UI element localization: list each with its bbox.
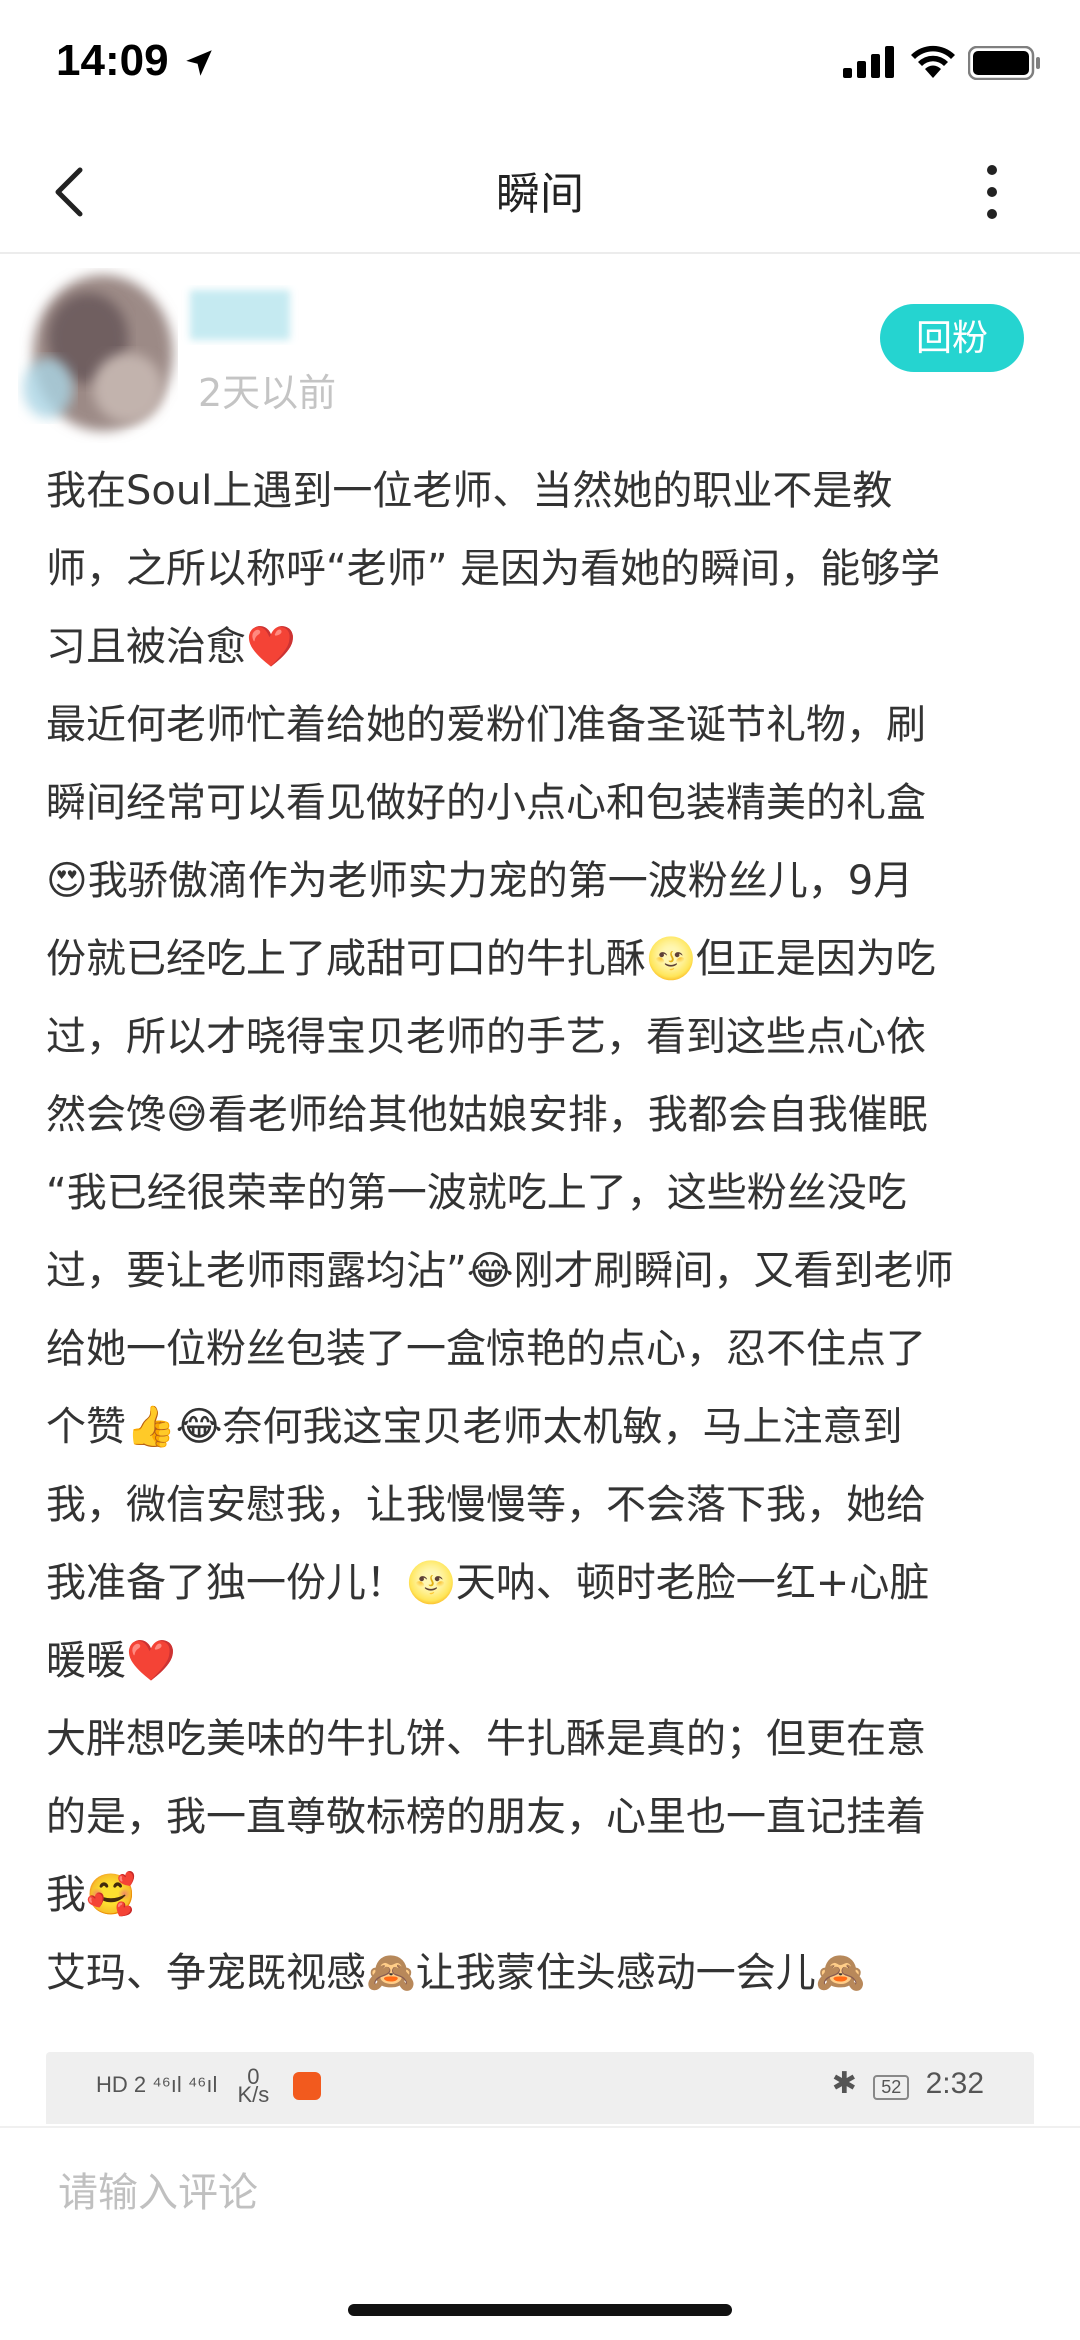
post-line: 我🥰 — [46, 1872, 136, 1918]
more-vertical-icon[interactable] — [980, 162, 1004, 222]
home-indicator[interactable] — [348, 2304, 732, 2316]
bluetooth-icon: ✱ — [831, 2067, 857, 2100]
app-icon — [293, 2072, 322, 2100]
follow-back-button[interactable]: 回粉 — [880, 304, 1024, 372]
username-redacted — [190, 290, 290, 340]
post-line: 个赞👍😂奈何我这宝贝老师太机敏，马上注意到 — [46, 1404, 903, 1450]
battery-icon — [968, 46, 1040, 80]
preview-time: 2:32 — [925, 2067, 984, 2100]
location-arrow-icon — [186, 50, 212, 76]
post-line: 的是，我一直尊敬标榜的朋友，心里也一直记挂着 — [46, 1794, 926, 1840]
status-bar: 14:09 — [0, 0, 1080, 130]
status-time: 14:09 — [56, 36, 169, 85]
post-line: “我已经很荣幸的第一波就吃上了，这些粉丝没吃 — [46, 1170, 907, 1216]
page-title: 瞬间 — [496, 169, 584, 220]
comment-input[interactable] — [56, 2162, 1020, 2224]
post-line: 过，要让老师雨露均沾”😂刚才刷瞬间，又看到老师 — [46, 1248, 954, 1294]
preview-speed-unit: K/s — [237, 2082, 270, 2107]
post-time: 2天以前 — [198, 371, 337, 415]
post-line: 过，所以才晓得宝贝老师的手艺，看到这些点心依 — [46, 1014, 926, 1060]
post-line: 艾玛、争宠既视感🙈让我蒙住头感动一会儿🙈 — [46, 1950, 866, 1996]
post-line: 师，之所以称呼“老师” 是因为看她的瞬间，能够学 — [46, 546, 941, 592]
post-image-preview[interactable]: HD 2 ⁴⁶ıl ⁴⁶ıl 0 K/s ✱ 52 2:32 — [46, 2052, 1034, 2124]
post-line: 然会馋😅看老师给其他姑娘安排，我都会自我催眠 — [46, 1092, 928, 1138]
preview-network-text: HD 2 ⁴⁶ıl ⁴⁶ıl — [96, 2071, 218, 2097]
post-line: 暖暖❤️ — [46, 1638, 176, 1684]
post-line: 份就已经吃上了咸甜可口的牛扎酥🌝但正是因为吃 — [46, 936, 936, 982]
post-line: 最近何老师忙着给她的爱粉们准备圣诞节礼物，刷 — [46, 702, 926, 748]
wifi-icon — [911, 45, 955, 78]
post-line: 我准备了独一份儿！🌝天呐、顿时老脸一红+心脏 — [46, 1560, 930, 1606]
post-line: 我在Soul上遇到一位老师、当然她的职业不是教 — [46, 468, 893, 514]
post-line: 给她一位粉丝包装了一盒惊艳的点心，忍不住点了 — [46, 1326, 926, 1372]
post-content: 我在Soul上遇到一位老师、当然她的职业不是教 师，之所以称呼“老师” 是因为看… — [46, 452, 1046, 2012]
post-line: 大胖想吃美味的牛扎饼、牛扎酥是真的；但更在意 — [46, 1716, 926, 1762]
nav-bar: 瞬间 — [0, 130, 1080, 254]
avatar[interactable] — [18, 268, 178, 443]
post-line: 我，微信安慰我，让我慢慢等，不会落下我，她给 — [46, 1482, 926, 1528]
preview-battery: 52 — [873, 2075, 910, 2100]
preview-status-right: ✱ 52 2:32 — [832, 2066, 984, 2101]
preview-status-left: HD 2 ⁴⁶ıl ⁴⁶ıl 0 K/s — [96, 2066, 322, 2107]
signal-icon — [843, 46, 894, 78]
post-line: 习且被治愈❤️ — [46, 624, 296, 670]
post-line: 瞬间经常可以看见做好的小点心和包装精美的礼盒 — [46, 780, 926, 826]
post-line: 😍我骄傲滴作为老师实力宠的第一波粉丝儿，9月 — [46, 858, 914, 904]
